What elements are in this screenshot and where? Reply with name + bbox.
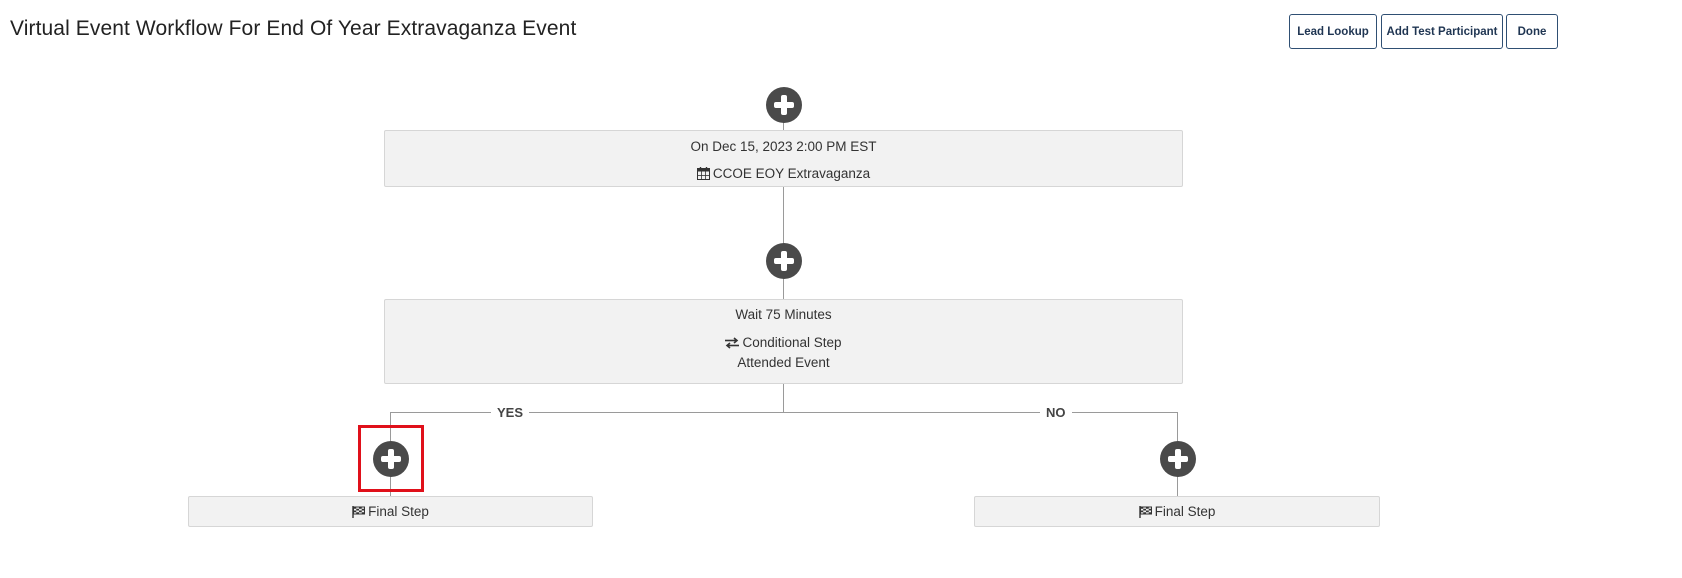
connector-line [1177, 412, 1178, 442]
no-branch-label: NO [1040, 405, 1072, 421]
add-step-plus-icon[interactable] [766, 243, 802, 279]
connector-line [783, 278, 784, 300]
add-step-plus-icon[interactable] [1160, 441, 1196, 477]
final-step-text: Final Step [1154, 504, 1216, 519]
event-date-text: On Dec 15, 2023 2:00 PM EST [690, 139, 877, 154]
connector-line [1177, 476, 1178, 497]
lead-lookup-button[interactable]: Lead Lookup [1289, 14, 1377, 49]
connector-line [783, 383, 784, 413]
final-step-row: Final Step [189, 504, 592, 522]
final-step-row: Final Step [975, 504, 1379, 522]
event-date-step[interactable]: On Dec 15, 2023 2:00 PM EST CCOE EOY Ext… [384, 130, 1183, 187]
add-test-participant-button[interactable]: Add Test Participant [1381, 14, 1503, 49]
wait-conditional-step[interactable]: Wait 75 Minutes Conditional Step Attende… [384, 299, 1183, 384]
connector-line [783, 186, 784, 246]
event-name-row: CCOE EOY Extravaganza [385, 166, 1182, 184]
add-step-plus-icon[interactable] [766, 87, 802, 123]
page-title: Virtual Event Workflow For End Of Year E… [10, 17, 577, 40]
condition-text: Attended Event [737, 355, 830, 370]
exchange-arrows-icon [725, 337, 740, 353]
done-button[interactable]: Done [1506, 14, 1558, 49]
calendar-icon [696, 167, 710, 184]
wait-duration-text: Wait 75 Minutes [735, 307, 832, 322]
final-step-yes[interactable]: Final Step [188, 496, 593, 527]
checkered-flag-icon [352, 506, 366, 522]
yes-branch-label: YES [491, 405, 530, 421]
highlight-box [358, 425, 424, 492]
workflow-page: Virtual Event Workflow For End Of Year E… [0, 0, 1682, 578]
conditional-step-row: Conditional Step [385, 335, 1182, 353]
final-step-no[interactable]: Final Step [974, 496, 1380, 527]
final-step-text: Final Step [368, 504, 429, 519]
conditional-step-text: Conditional Step [742, 335, 842, 350]
checkered-flag-icon [1138, 506, 1152, 522]
event-name-text: CCOE EOY Extravaganza [712, 166, 871, 181]
